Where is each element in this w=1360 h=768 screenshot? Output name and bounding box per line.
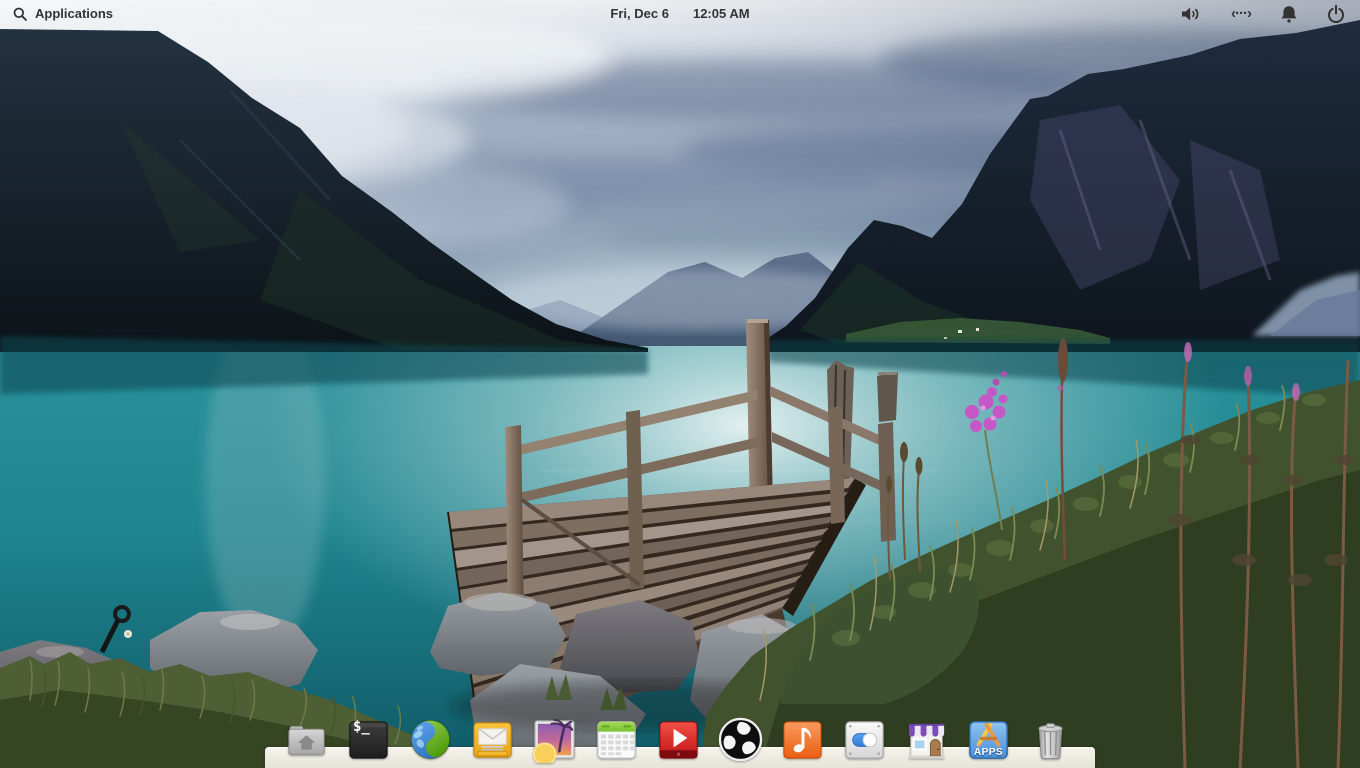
mail-envelope-icon	[473, 722, 512, 758]
panel-date: Fri, Dec 6	[610, 6, 669, 21]
dock-item-obs-studio[interactable]	[717, 716, 764, 763]
storefront-icon	[908, 723, 945, 759]
toggle-switchboard-icon	[845, 721, 884, 759]
top-panel: Applications Fri, Dec 6 12:05 AM ‹···›	[0, 0, 1360, 27]
sound-indicator[interactable]	[1180, 0, 1202, 27]
bell-icon	[1281, 5, 1297, 23]
dock-item-trash[interactable]	[1027, 716, 1074, 763]
dock-icons: $_ APPS	[283, 716, 1074, 763]
calendar-grid-icon	[597, 721, 636, 759]
applications-menu[interactable]: Applications	[12, 0, 113, 27]
speaker-volume-icon	[1182, 7, 1199, 20]
globe-browser-icon	[410, 719, 451, 760]
dock-item-files[interactable]	[283, 716, 330, 763]
dock-item-calendar[interactable]	[593, 716, 640, 763]
dock-item-web-browser[interactable]	[407, 716, 454, 763]
applications-label: Applications	[35, 6, 114, 21]
photos-sunset-palm-icon	[532, 718, 575, 763]
panel-time: 12:05 AM	[692, 6, 750, 21]
dock-item-system-settings[interactable]	[841, 716, 888, 763]
desktop: Applications Fri, Dec 6 12:05 AM ‹···› $…	[0, 0, 1360, 768]
video-player-icon	[659, 721, 698, 759]
dock-item-music[interactable]	[779, 716, 826, 763]
trash-can-icon	[1038, 723, 1063, 760]
dock-item-terminal[interactable]: $_	[345, 716, 392, 763]
network-indicator[interactable]: ‹···›	[1231, 0, 1252, 27]
power-icon	[1328, 4, 1344, 23]
dock-item-mail[interactable]	[469, 716, 516, 763]
notifications-indicator[interactable]	[1280, 0, 1298, 27]
terminal-prompt-glyph: $_	[353, 719, 370, 735]
dock-item-photos[interactable]	[531, 716, 578, 763]
datetime-indicator[interactable]: Fri, Dec 6 12:05 AM	[610, 0, 749, 27]
wired-network-icon: ‹···›	[1231, 5, 1252, 22]
dock-item-apps[interactable]: APPS	[965, 716, 1012, 763]
wallpaper-fjord-jetty	[0, 0, 1360, 768]
music-note-icon	[783, 721, 822, 759]
dock: $_ APPS	[265, 717, 1095, 768]
dock-item-appcenter[interactable]	[903, 716, 950, 763]
indicator-area: ‹···›	[1180, 0, 1345, 27]
obs-swirl-icon	[718, 717, 763, 762]
session-indicator[interactable]	[1327, 0, 1345, 27]
dock-item-videos[interactable]	[655, 716, 702, 763]
search-icon	[13, 7, 27, 21]
files-folder-icon	[288, 726, 325, 756]
apps-badge-text: APPS	[973, 747, 1004, 758]
